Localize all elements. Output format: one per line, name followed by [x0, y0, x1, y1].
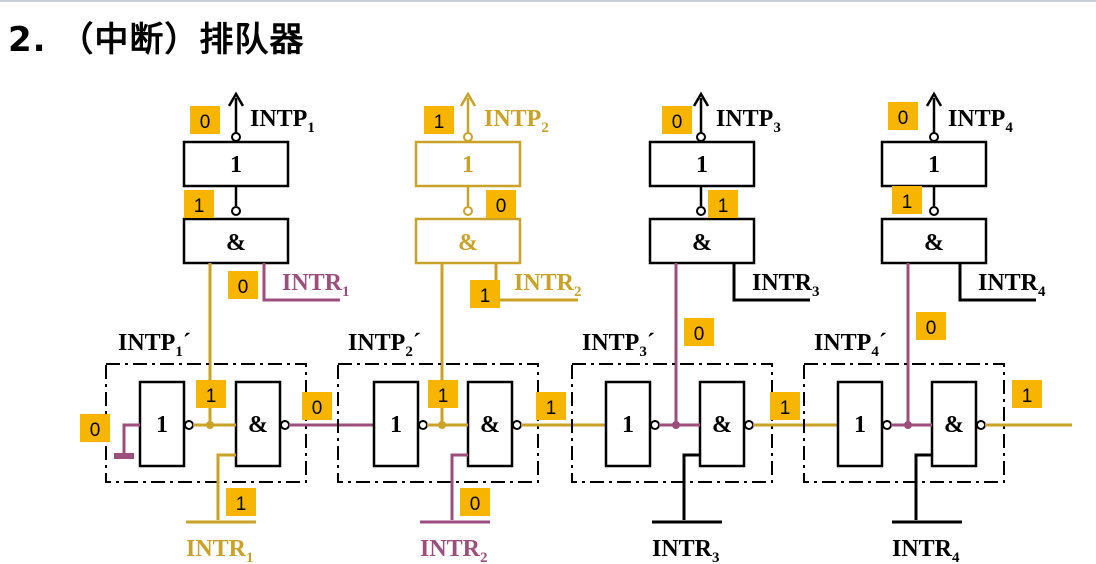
value-text: 0 [672, 112, 683, 133]
not-gate-label: 1 [928, 152, 940, 178]
intp4-label: INTP4 [948, 106, 1013, 136]
inverter-bubble [463, 206, 473, 216]
not-gate-label: 1 [462, 152, 474, 178]
intp2-label: INTP2 [484, 106, 549, 136]
intr3-bar-label: INTR3 [652, 536, 720, 564]
not-gate-label: 1 [230, 152, 242, 178]
value-text: 0 [496, 196, 507, 217]
value-text: 1 [236, 494, 247, 515]
channel-4: 1 & INTP4 INTR4 0 1 0 INTP4´ 1 & INTR4 [803, 91, 1046, 564]
value-text: 0 [200, 112, 211, 133]
and-gate-label: & [692, 230, 712, 256]
intr1-bar-label: INTR1 [186, 536, 254, 564]
inverter-bubble [231, 206, 241, 216]
and-gate-label: & [248, 412, 268, 438]
channel-1: 1 & INTP1 INTR1 0 1 0 INTP1´ 1 & INTR1 0… [80, 91, 350, 564]
junction-dot [672, 421, 680, 429]
inverter-bubble [184, 420, 194, 430]
junction-dot [206, 421, 214, 429]
intr3-label: INTR3 [752, 270, 820, 300]
value-text: 0 [470, 494, 481, 515]
intp3-prime-label: INTP3´ [582, 330, 655, 360]
inverter-bubble [463, 132, 473, 142]
and-gate-label: & [712, 412, 732, 438]
value-text: 1 [206, 386, 217, 407]
priority-queue-diagram: 1 & INTP1 INTR1 0 1 0 INTP1´ 1 & INTR1 0… [80, 91, 1072, 564]
intr4-label: INTR4 [978, 270, 1046, 300]
not-gate-label: 1 [854, 412, 866, 438]
channel-3: 1 & INTP3 INTR3 0 1 0 INTP3´ 1 & INTR3 [571, 91, 820, 564]
value-text: 0 [926, 318, 937, 339]
value-text: 0 [312, 398, 323, 419]
and-gate-label: & [226, 230, 246, 256]
not-gate-label: 1 [622, 412, 634, 438]
channel-2: 1 & INTP2 INTR2 1 0 1 INTP2´ 1 & INTR2 1… [337, 91, 582, 564]
value-text: 0 [90, 420, 101, 441]
inverter-bubble [280, 420, 290, 430]
value-text: 1 [434, 112, 445, 133]
intr4-bar-label: INTR4 [892, 536, 960, 564]
intr1-label: INTR1 [282, 270, 350, 300]
not-gate-label: 1 [390, 412, 402, 438]
not-gate-label: 1 [156, 412, 168, 438]
intp1-label: INTP1 [250, 106, 315, 136]
and-gate-label: & [458, 230, 478, 256]
intp4-prime-label: INTP4´ [814, 330, 887, 360]
and-gate-label: & [924, 230, 944, 256]
not-gate-label: 1 [696, 152, 708, 178]
intp3-label: INTP3 [716, 106, 781, 136]
value-text: 0 [238, 277, 249, 298]
value-text: 1 [780, 398, 791, 419]
intr2-label: INTR2 [514, 270, 582, 300]
value-text: 1 [480, 286, 491, 307]
inverter-bubble [231, 132, 241, 142]
value-text: 1 [1022, 386, 1033, 407]
and-gate-label: & [480, 412, 500, 438]
intp1-prime-label: INTP1´ [118, 330, 191, 360]
junction-dot [904, 421, 912, 429]
intp2-prime-label: INTP2´ [348, 330, 421, 360]
value-text: 0 [898, 108, 909, 129]
value-text: 1 [194, 196, 205, 217]
value-text: 1 [718, 196, 729, 217]
value-text: 1 [546, 398, 557, 419]
junction-dot [438, 421, 446, 429]
value-text: 0 [694, 324, 705, 345]
and-gate-label: & [944, 412, 964, 438]
value-text: 1 [902, 192, 913, 213]
intr2-bar-label: INTR2 [420, 536, 488, 564]
value-text: 1 [438, 386, 449, 407]
